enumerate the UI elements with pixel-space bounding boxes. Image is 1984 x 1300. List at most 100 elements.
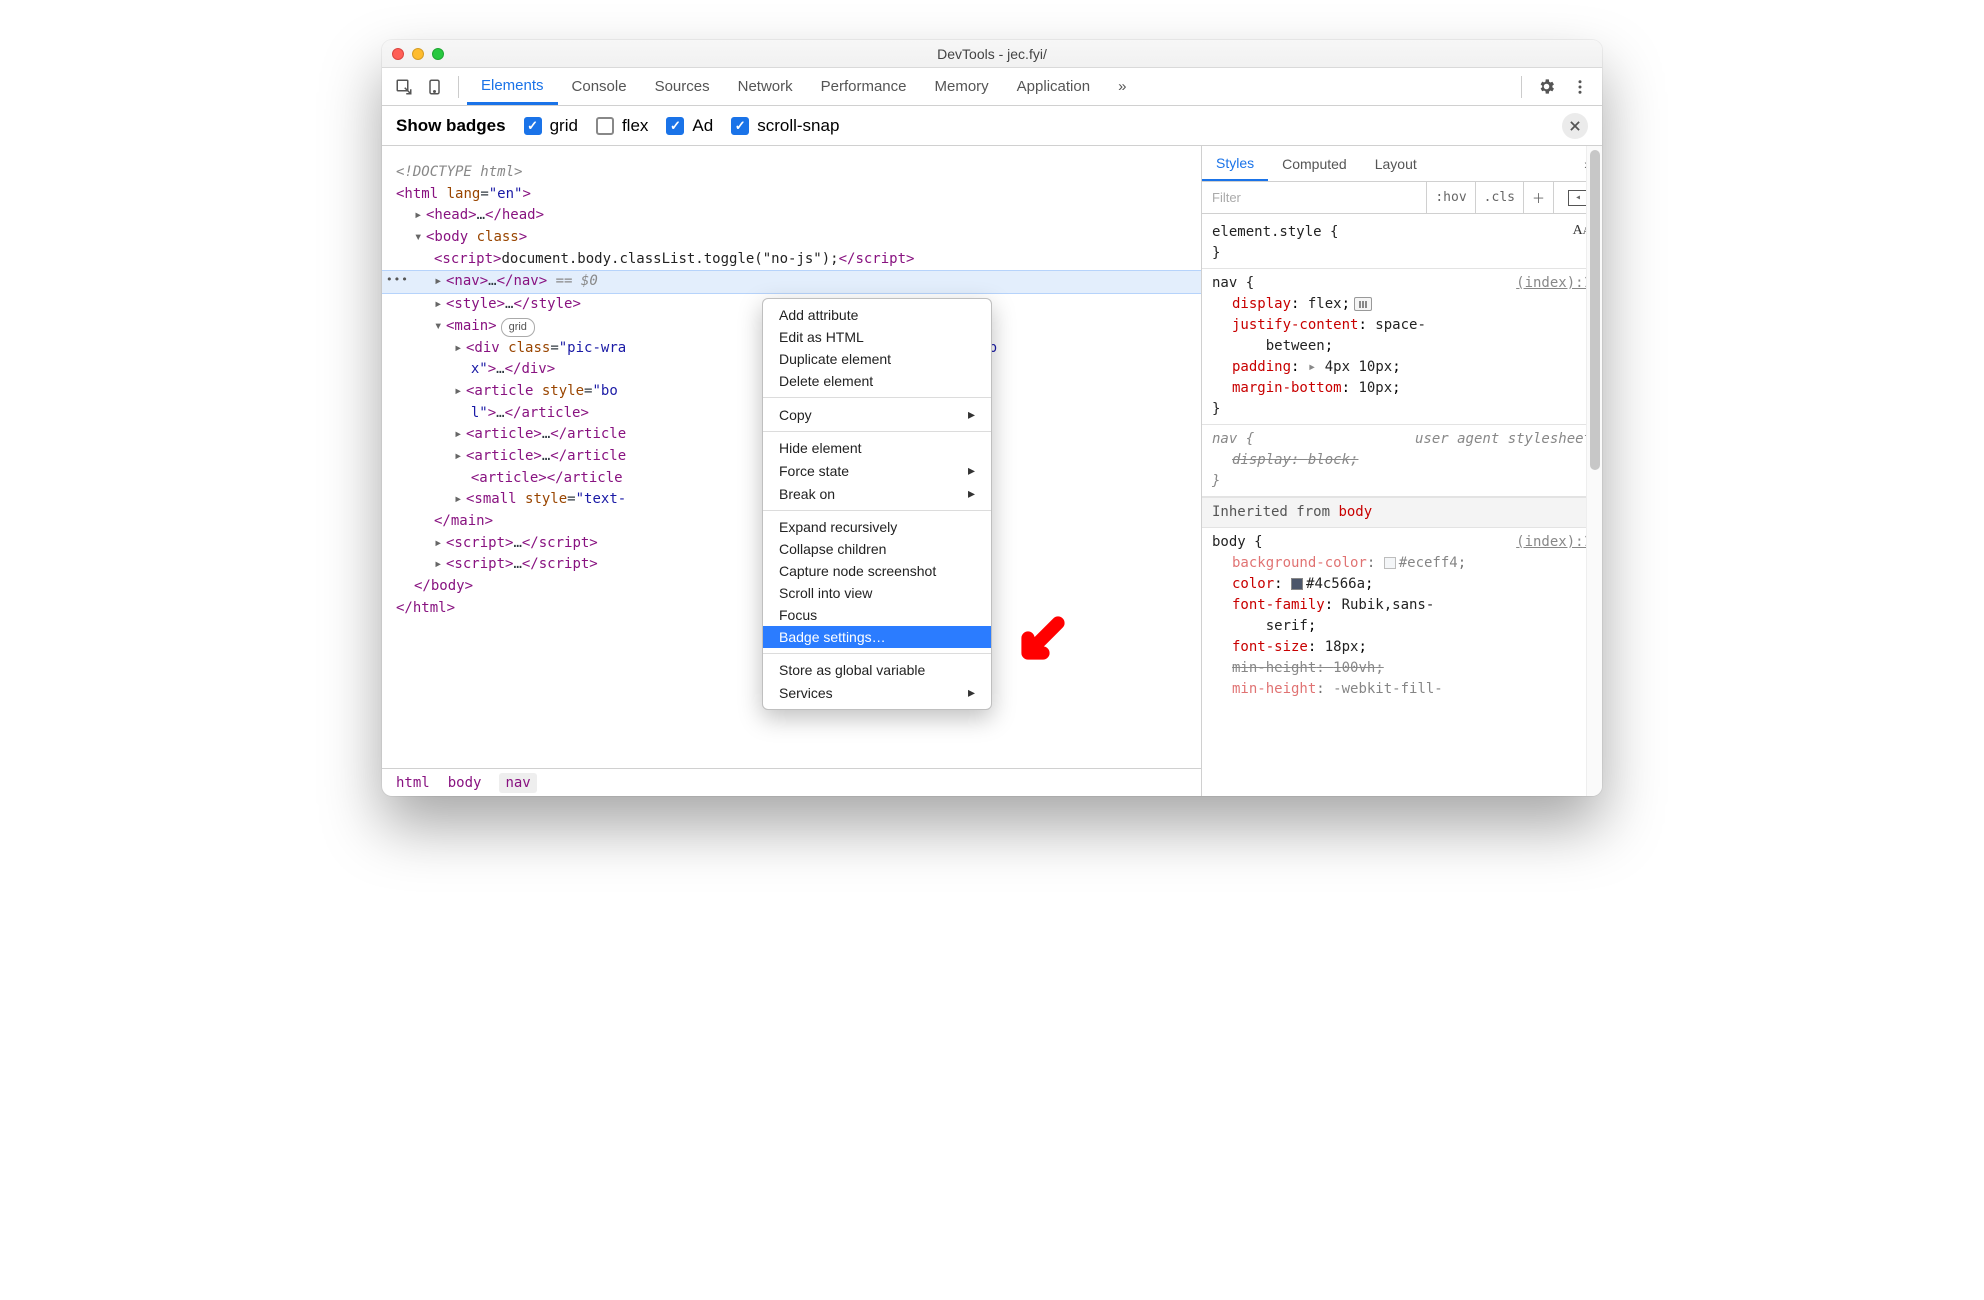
settings-gear-icon[interactable] (1532, 73, 1560, 101)
panel-tabs: Elements Console Sources Network Perform… (467, 68, 1140, 105)
tab-console[interactable]: Console (558, 68, 641, 105)
rule-selector: body { (1212, 532, 1263, 553)
toolbar-separator (1521, 76, 1522, 98)
checkbox-icon: ✓ (731, 117, 749, 135)
rule-close: } (1212, 399, 1592, 420)
devtools-window: DevTools - jec.fyi/ Elements Console Sou… (382, 40, 1602, 796)
device-toggle-icon[interactable] (422, 73, 450, 101)
css-prop[interactable]: min-height: 100vh; (1212, 658, 1592, 679)
rule-nav[interactable]: nav { (index):1 display: flex; justify-c… (1202, 269, 1602, 425)
ctx-break-on[interactable]: Break on (763, 482, 991, 505)
css-prop[interactable]: background-color: #eceff4; (1212, 553, 1592, 574)
tab-overflow-icon[interactable]: » (1104, 68, 1140, 105)
scrollbar-thumb[interactable] (1590, 150, 1600, 470)
ctx-hide-element[interactable]: Hide element (763, 437, 991, 459)
ctx-capture-node-screenshot[interactable]: Capture node screenshot (763, 560, 991, 582)
ctx-services[interactable]: Services (763, 681, 991, 704)
close-badge-bar-icon[interactable] (1562, 113, 1588, 139)
rule-body[interactable]: body { (index):1 background-color: #ecef… (1202, 528, 1602, 704)
rule-close: } (1212, 471, 1592, 492)
badge-settings-bar: Show badges ✓ grid flex ✓ Ad ✓ scroll-sn… (382, 106, 1602, 146)
rule-close: } (1212, 243, 1592, 264)
css-prop[interactable]: min-height: -webkit-fill- (1212, 679, 1592, 700)
breadcrumb-item-current[interactable]: nav (499, 773, 536, 793)
flex-editor-icon[interactable] (1354, 297, 1372, 311)
rule-element-style[interactable]: element.style { } AA (1202, 218, 1602, 269)
context-menu: Add attribute Edit as HTML Duplicate ele… (762, 298, 992, 710)
badge-checkbox-flex[interactable]: flex (596, 116, 648, 136)
css-prop[interactable]: font-family: Rubik,sans- serif; (1212, 595, 1592, 637)
ctx-separator (763, 431, 991, 432)
ctx-store-as-global[interactable]: Store as global variable (763, 659, 991, 681)
ctx-add-attribute[interactable]: Add attribute (763, 304, 991, 326)
rule-source-link[interactable]: (index):1 (1516, 273, 1592, 294)
ctx-focus[interactable]: Focus (763, 604, 991, 626)
tab-sources[interactable]: Sources (641, 68, 724, 105)
style-rules[interactable]: element.style { } AA nav { (index):1 dis… (1202, 214, 1602, 796)
dom-head[interactable]: ▸<head>…</head> (386, 205, 1197, 227)
ctx-force-state[interactable]: Force state (763, 459, 991, 482)
tab-memory[interactable]: Memory (921, 68, 1003, 105)
ctx-badge-settings[interactable]: Badge settings… (763, 626, 991, 648)
ctx-expand-recursively[interactable]: Expand recursively (763, 516, 991, 538)
css-prop[interactable]: display: flex; (1212, 294, 1592, 315)
main-split: <!DOCTYPE html> <html lang="en"> ▸<head>… (382, 146, 1602, 796)
ctx-scroll-into-view[interactable]: Scroll into view (763, 582, 991, 604)
hov-toggle[interactable]: :hov (1426, 182, 1474, 213)
badge-checkbox-label: scroll-snap (757, 116, 839, 136)
tab-application[interactable]: Application (1003, 68, 1104, 105)
ctx-delete-element[interactable]: Delete element (763, 370, 991, 392)
badge-checkbox-grid[interactable]: ✓ grid (524, 116, 578, 136)
rule-nav-ua[interactable]: nav { user agent stylesheet display: blo… (1202, 425, 1602, 497)
checkbox-icon: ✓ (524, 117, 542, 135)
color-swatch-icon[interactable] (1291, 578, 1303, 590)
titlebar: DevTools - jec.fyi/ (382, 40, 1602, 68)
rule-selector: element.style { (1212, 222, 1592, 243)
ctx-copy[interactable]: Copy (763, 403, 991, 426)
toolbar-separator (458, 76, 459, 98)
dom-doctype: <!DOCTYPE html> (386, 162, 1197, 184)
css-prop[interactable]: color: #4c566a; (1212, 574, 1592, 595)
rule-source-link[interactable]: (index):1 (1516, 532, 1592, 553)
kebab-menu-icon[interactable] (1566, 73, 1594, 101)
ctx-collapse-children[interactable]: Collapse children (763, 538, 991, 560)
badge-checkbox-label: Ad (692, 116, 713, 136)
checkbox-icon: ✓ (666, 117, 684, 135)
scrollbar[interactable] (1586, 146, 1602, 796)
cls-toggle[interactable]: .cls (1475, 182, 1523, 213)
dom-nav-selected[interactable]: ▸<nav>…</nav> == $0 (382, 270, 1201, 294)
new-style-rule-icon[interactable]: ＋ (1523, 182, 1553, 213)
badge-checkbox-ad[interactable]: ✓ Ad (666, 116, 713, 136)
subtab-computed[interactable]: Computed (1268, 146, 1361, 181)
dom-body-open[interactable]: ▾<body class> (386, 227, 1197, 249)
css-prop[interactable]: justify-content: space- between; (1212, 315, 1592, 357)
grid-badge[interactable]: grid (501, 318, 535, 337)
filter-input[interactable]: Filter (1202, 190, 1426, 205)
tab-network[interactable]: Network (724, 68, 807, 105)
css-prop[interactable]: margin-bottom: 10px; (1212, 378, 1592, 399)
ctx-edit-as-html[interactable]: Edit as HTML (763, 326, 991, 348)
main-toolbar: Elements Console Sources Network Perform… (382, 68, 1602, 106)
breadcrumb-item[interactable]: html (396, 775, 430, 791)
color-swatch-icon[interactable] (1384, 557, 1396, 569)
tab-performance[interactable]: Performance (807, 68, 921, 105)
css-prop[interactable]: font-size: 18px; (1212, 637, 1592, 658)
subtab-layout[interactable]: Layout (1361, 146, 1431, 181)
inspect-element-icon[interactable] (390, 73, 418, 101)
css-prop[interactable]: display: block; (1212, 450, 1592, 471)
breadcrumb-item[interactable]: body (448, 775, 482, 791)
inherit-selector[interactable]: body (1338, 504, 1372, 520)
tab-elements[interactable]: Elements (467, 68, 558, 105)
badge-checkbox-label: grid (550, 116, 578, 136)
dom-html-open[interactable]: <html lang="en"> (386, 184, 1197, 206)
ctx-separator (763, 397, 991, 398)
window-title: DevTools - jec.fyi/ (382, 46, 1602, 62)
subtab-styles[interactable]: Styles (1202, 146, 1268, 181)
styles-panel: Styles Computed Layout » Filter :hov .cl… (1202, 146, 1602, 796)
rule-selector: nav { (1212, 429, 1254, 450)
badge-checkbox-label: flex (622, 116, 648, 136)
dom-script-toggle[interactable]: <script>document.body.classList.toggle("… (386, 249, 1197, 271)
badge-checkbox-scroll-snap[interactable]: ✓ scroll-snap (731, 116, 839, 136)
css-prop[interactable]: padding: ▸ 4px 10px; (1212, 357, 1592, 378)
ctx-duplicate-element[interactable]: Duplicate element (763, 348, 991, 370)
